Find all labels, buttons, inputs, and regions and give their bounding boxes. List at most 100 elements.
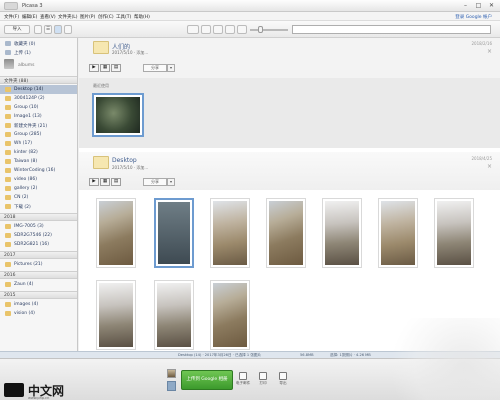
sidebar-folder[interactable]: CN (2)	[0, 193, 77, 202]
section-header-2018[interactable]: 2018	[0, 213, 77, 221]
folder-icon	[5, 282, 11, 287]
filter-button[interactable]	[187, 25, 199, 34]
photo-tray: 上传到 Google 相册 电子邮件 打印 导出 中文网 www.php.cn	[0, 358, 500, 400]
search-input[interactable]	[292, 25, 491, 34]
sidebar-folder[interactable]: Group (10)	[0, 103, 77, 112]
close-icon[interactable]: ×	[487, 48, 492, 55]
folder-icon	[5, 150, 11, 155]
folder-icon	[5, 302, 11, 307]
folder-icon	[5, 132, 11, 137]
library-view-button[interactable]	[34, 25, 42, 34]
photo-thumbnail[interactable]	[210, 198, 250, 268]
export-icon	[279, 372, 287, 380]
tray-thumbnail[interactable]	[167, 369, 176, 378]
zoom-slider[interactable]	[250, 29, 288, 31]
section-header-2016[interactable]: 2016	[0, 271, 77, 279]
sidebar-folder[interactable]: Pictures (21)	[0, 260, 77, 269]
folder-view-button[interactable]	[64, 25, 72, 34]
photo-thumbnail[interactable]	[154, 280, 194, 350]
sidebar-folder[interactable]: Group (285)	[0, 130, 77, 139]
video-filter-icon[interactable]	[213, 25, 223, 34]
minimize-button[interactable]: –	[460, 1, 471, 10]
email-icon	[239, 372, 247, 380]
folder-icon	[5, 224, 11, 229]
sidebar-folder[interactable]: Zaun (4)	[0, 280, 77, 289]
import-button[interactable]: 导入	[4, 25, 30, 34]
sidebar-folder[interactable]: kinter (82)	[0, 148, 77, 157]
photo-thumbnail[interactable]	[96, 280, 136, 350]
export-button[interactable]: 导出	[274, 372, 292, 390]
play-button[interactable]: ▶	[89, 64, 99, 72]
import-label: 导入	[12, 27, 22, 32]
grid-view-button[interactable]: ☰	[44, 25, 52, 34]
photo-thumbnail[interactable]	[322, 198, 362, 268]
photo-library: 人们的 2017/5/10 · 添加... 2018/2/16 × ▶ ▦ ▤ …	[79, 38, 500, 351]
album-subtitle: 2017/5/10 · 添加...	[112, 50, 149, 55]
menu-edit[interactable]: 编辑(E)	[22, 14, 37, 20]
chevron-down-icon[interactable]: ▾	[167, 64, 175, 72]
share-button[interactable]: 分享	[143, 178, 167, 186]
photo-thumbnail[interactable]	[434, 198, 474, 268]
menu-help[interactable]: 帮助(H)	[134, 14, 150, 20]
album-title[interactable]: Desktop	[112, 157, 137, 164]
sidebar-item-upload[interactable]: 上传 (1)	[0, 48, 77, 57]
collage-button[interactable]: ▦	[100, 64, 110, 72]
collage-button[interactable]: ▦	[100, 178, 110, 186]
close-button[interactable]: ✕	[486, 1, 497, 10]
photo-thumbnail[interactable]	[266, 198, 306, 268]
sidebar-folder[interactable]: Wh (17)	[0, 139, 77, 148]
menu-picture[interactable]: 图片(P)	[80, 14, 95, 20]
sidebar-folder[interactable]: SDR2G821 (16)	[0, 240, 77, 249]
grid-view-icon: ☰	[45, 27, 51, 32]
movie-button[interactable]: ▤	[111, 178, 121, 186]
print-button[interactable]: 打印	[254, 372, 272, 390]
sidebar-folder[interactable]: vision (4)	[0, 309, 77, 318]
folder-icon	[5, 87, 11, 92]
chevron-down-icon[interactable]: ▾	[167, 178, 175, 186]
menu-tools[interactable]: 工具(T)	[116, 14, 131, 20]
email-button[interactable]: 电子邮件	[234, 372, 252, 390]
sidebar-folder[interactable]: gallery (2)	[0, 184, 77, 193]
star-filter-icon[interactable]	[201, 25, 211, 34]
share-button[interactable]: 分享	[143, 64, 167, 72]
close-icon[interactable]: ×	[487, 163, 492, 170]
play-button[interactable]: ▶	[89, 178, 99, 186]
section-header-2017[interactable]: 2017	[0, 251, 77, 259]
photo-thumbnail[interactable]	[210, 280, 250, 350]
menu-file[interactable]: 文件(F)	[4, 14, 19, 20]
menu-view[interactable]: 查看(V)	[40, 14, 56, 20]
sidebar-item-favorites[interactable]: 收藏夹 (0)	[0, 39, 77, 48]
sidebar-folder[interactable]: 3004124P (2)	[0, 94, 77, 103]
album-body: 最近使用	[79, 78, 500, 148]
tray-hold-icon[interactable]	[167, 381, 176, 391]
section-header-folders[interactable]: 文件夹 (88)	[0, 76, 77, 84]
sidebar-folder[interactable]: SDR2G7546 (22)	[0, 231, 77, 240]
geo-filter-icon[interactable]	[237, 25, 247, 34]
sidebar-folder[interactable]: Taiwan (8)	[0, 157, 77, 166]
menu-create[interactable]: 创作(C)	[98, 14, 114, 20]
zoom-slider-knob[interactable]	[258, 26, 263, 33]
list-view-button[interactable]	[54, 25, 62, 34]
face-filter-icon[interactable]	[225, 25, 235, 34]
photo-thumbnail[interactable]	[96, 198, 136, 268]
section-header-2015[interactable]: 2015	[0, 291, 77, 299]
recent-label: 最近使用	[93, 83, 109, 88]
sidebar-folder[interactable]: images (4)	[0, 300, 77, 309]
sidebar-folder[interactable]: WinterCoding (16)	[0, 166, 77, 175]
sidebar-folder[interactable]: video (86)	[0, 175, 77, 184]
movie-button[interactable]: ▤	[111, 64, 121, 72]
sidebar-folder[interactable]: 新建文件夹 (21)	[0, 121, 77, 130]
maximize-button[interactable]: □	[473, 1, 484, 10]
sidebar-folder[interactable]: 下载 (2)	[0, 202, 77, 211]
sidebar-folder[interactable]: Image1 (13)	[0, 112, 77, 121]
folder-icon	[5, 114, 11, 119]
photo-thumbnail[interactable]	[378, 198, 418, 268]
menu-folder[interactable]: 文件夹(L)	[58, 14, 78, 20]
upload-button[interactable]: 上传到 Google 相册	[181, 370, 233, 390]
photo-thumbnail[interactable]	[154, 198, 194, 268]
sidebar-item-desktop[interactable]: Desktop (14)	[0, 85, 77, 94]
sidebar-folder[interactable]: IMG-7005 (3)	[0, 222, 77, 231]
sign-in-link[interactable]: 登录 Google 帐户	[455, 14, 492, 20]
photo-thumbnail[interactable]	[92, 93, 144, 137]
folder-icon	[5, 262, 11, 267]
